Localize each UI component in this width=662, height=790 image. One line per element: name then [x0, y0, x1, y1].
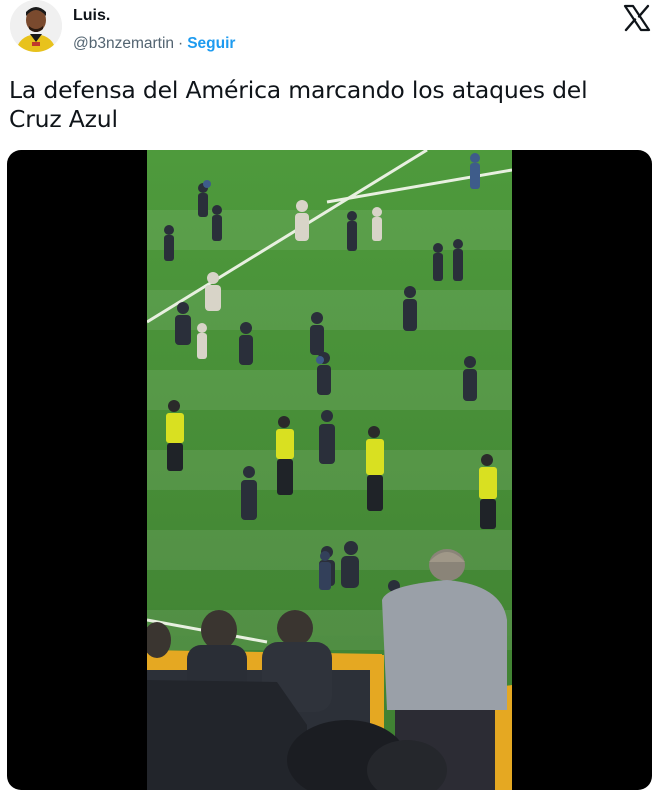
handle-row: @b3nzemartin · Seguir — [73, 35, 235, 53]
author-name[interactable]: Luis. — [73, 7, 110, 25]
video-frame — [147, 150, 512, 790]
avatar-image — [10, 0, 62, 52]
separator-dot: · — [178, 35, 184, 52]
tweet-video[interactable] — [7, 150, 652, 790]
follow-button[interactable]: Seguir — [187, 35, 235, 52]
author-handle[interactable]: @b3nzemartin — [73, 35, 174, 52]
tweet-text: La defensa del América marcando los ataq… — [9, 76, 588, 133]
x-logo-icon[interactable] — [623, 4, 651, 32]
avatar[interactable] — [10, 0, 62, 52]
